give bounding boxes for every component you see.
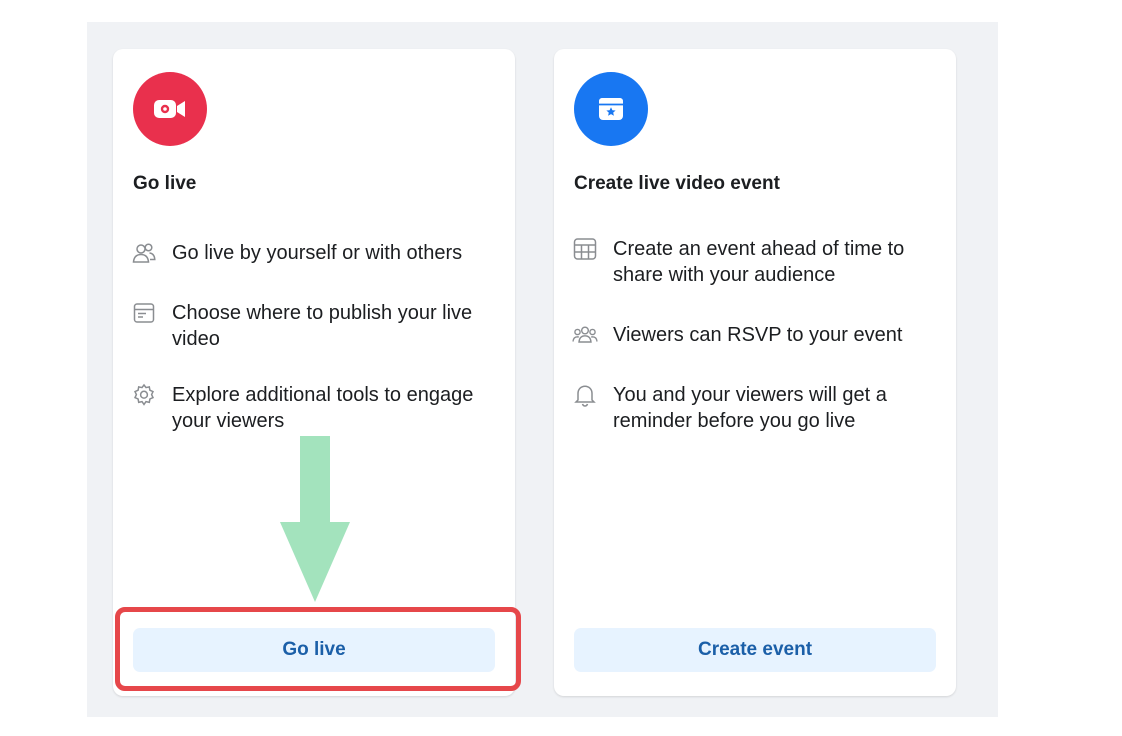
calendar-grid-icon [572, 236, 598, 262]
go-live-title: Go live [133, 173, 197, 194]
event-badge [574, 72, 648, 146]
browser-window-icon [131, 300, 157, 326]
go-live-button[interactable]: Go live [133, 628, 495, 672]
feature-text: Create an event ahead of time to share w… [613, 238, 905, 286]
feature-text: Explore additional tools to engage your … [172, 384, 474, 432]
feature-text: Go live by yourself or with others [172, 242, 463, 264]
feature-text: Choose where to publish your live video [172, 302, 473, 350]
feature-item: Choose where to publish your live video [131, 300, 503, 352]
create-event-button[interactable]: Create event [574, 628, 936, 672]
go-live-badge [133, 72, 207, 146]
create-event-card: Create live video event Create an event … [554, 49, 956, 696]
feature-item: Go live by yourself or with others [131, 240, 503, 266]
feature-item: Create an event ahead of time to share w… [572, 236, 944, 288]
video-camera-icon [154, 100, 185, 118]
gear-icon [131, 382, 157, 408]
feature-text: Viewers can RSVP to your event [613, 324, 903, 346]
feature-item: Explore additional tools to engage your … [131, 382, 503, 434]
feature-item: You and your viewers will get a reminder… [572, 382, 944, 434]
feature-text: You and your viewers will get a reminder… [613, 384, 887, 432]
group-icon [572, 322, 598, 348]
bell-icon [572, 382, 598, 408]
feature-item: Viewers can RSVP to your event [572, 322, 944, 348]
people-icon [131, 240, 157, 266]
down-arrow-icon [280, 436, 350, 602]
create-event-title: Create live video event [574, 173, 780, 194]
calendar-star-icon [599, 98, 623, 120]
